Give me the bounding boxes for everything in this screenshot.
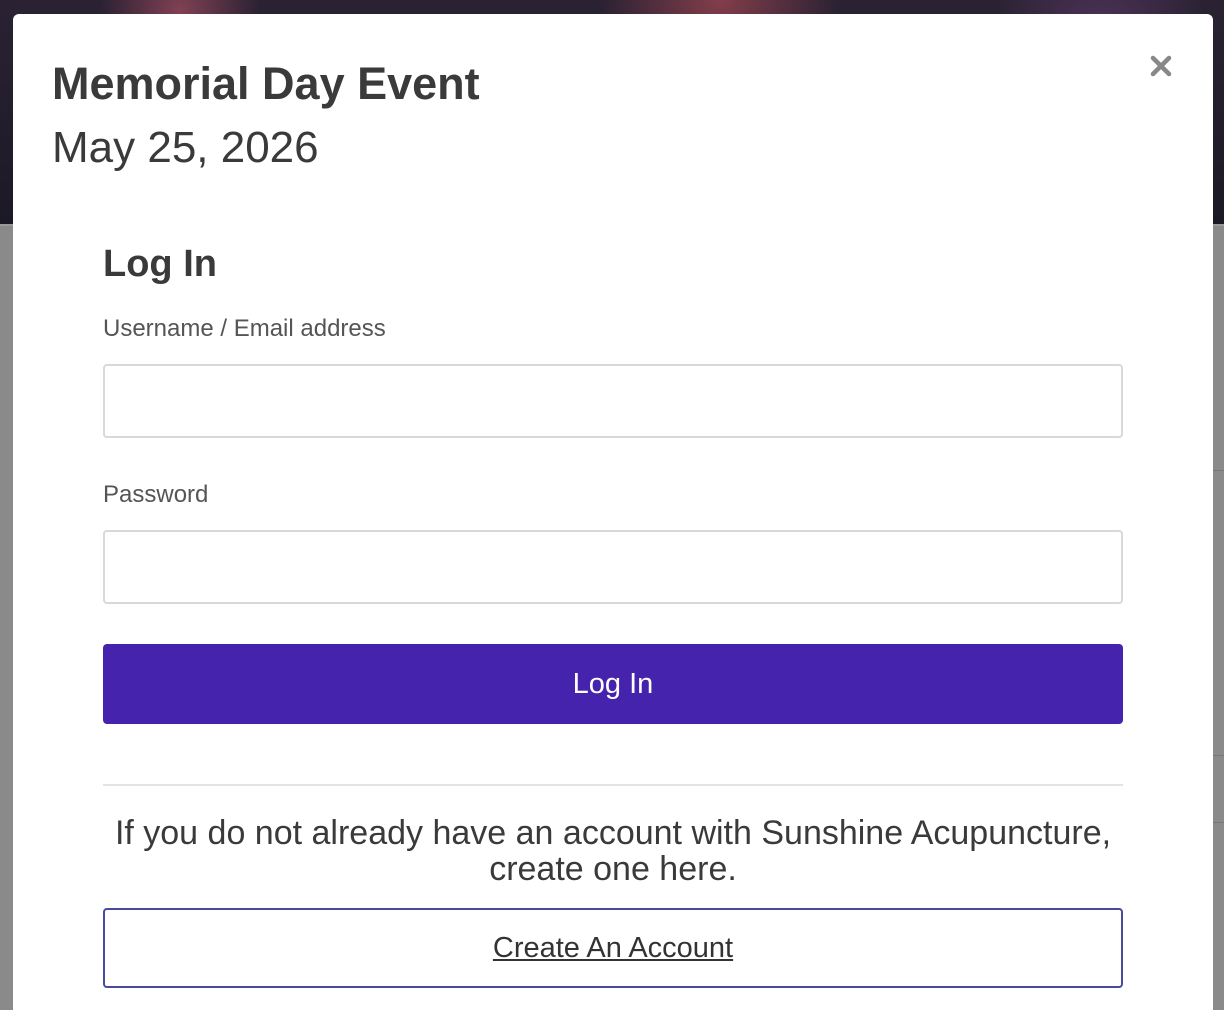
section-divider — [103, 784, 1123, 786]
close-icon — [1150, 55, 1172, 77]
background-divider — [1213, 755, 1224, 756]
password-label: Password — [103, 481, 209, 508]
event-title: Memorial Day Event — [52, 58, 480, 109]
signup-prompt: If you do not already have an account wi… — [114, 814, 1112, 888]
event-date: May 25, 2026 — [52, 123, 319, 172]
login-heading: Log In — [103, 243, 217, 285]
login-button[interactable]: Log In — [103, 644, 1123, 724]
password-input[interactable] — [103, 530, 1123, 604]
create-account-button[interactable]: Create An Account — [103, 908, 1123, 988]
close-button[interactable] — [1143, 48, 1179, 84]
username-label: Username / Email address — [103, 315, 386, 342]
background-divider — [1213, 822, 1224, 823]
login-modal: Memorial Day Event May 25, 2026 Log In U… — [13, 14, 1213, 1024]
username-input[interactable] — [103, 364, 1123, 438]
background-divider — [1213, 470, 1224, 471]
